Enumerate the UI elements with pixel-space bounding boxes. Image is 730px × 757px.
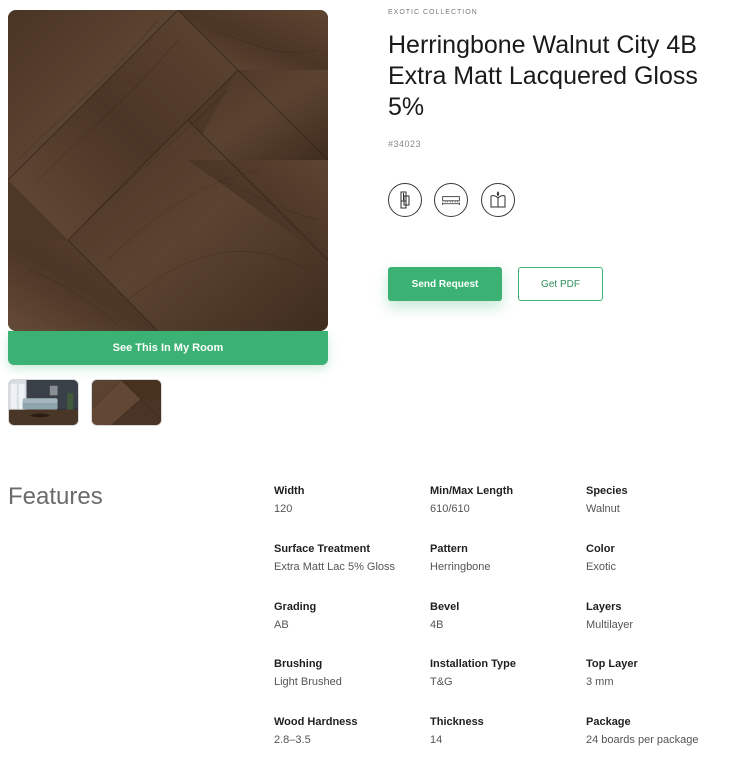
spec-label: Pattern	[430, 542, 468, 555]
herringbone-pattern-icon[interactable]	[388, 183, 422, 217]
spec-value: Exotic	[586, 560, 616, 573]
spec-item: Brushing Light Brushed	[274, 658, 430, 716]
spec-item: Layers Multilayer	[586, 601, 726, 659]
spec-value: Multilayer	[586, 618, 634, 631]
spec-label: Species	[586, 485, 628, 497]
spec-label: Wood Hardness	[274, 716, 358, 729]
plank-dimensions-icon[interactable]	[434, 183, 468, 217]
spec-value: Herringbone	[430, 560, 491, 573]
spec-value: 610/610	[430, 503, 470, 515]
spec-value: Light Brushed	[274, 676, 342, 689]
spec-item: Thickness 14	[430, 716, 586, 757]
spec-item: Color Exotic	[586, 543, 726, 601]
spec-label: Width	[274, 485, 305, 497]
product-title: Herringbone Walnut City 4B Extra Matt La…	[388, 31, 698, 121]
spec-item: Top Layer 3 mm	[586, 658, 726, 716]
room-scene-thumbnail[interactable]	[8, 379, 79, 426]
spec-label: Min/Max Length	[430, 485, 514, 497]
spec-value: 2.8–3.5	[274, 734, 311, 747]
spec-item: Grading AB	[274, 601, 430, 659]
spec-value: Extra Matt Lac 5% Gloss	[274, 560, 396, 573]
spec-item: Installation Type T&G	[430, 658, 586, 716]
spec-label: Top Layer	[586, 658, 638, 671]
spec-value: T&G	[430, 676, 453, 689]
spec-value: AB	[274, 618, 289, 631]
spec-item: Pattern Herringbone	[430, 543, 586, 601]
spec-label: Color	[586, 542, 615, 555]
spec-label: Installation Type	[430, 658, 516, 671]
see-in-room-button[interactable]: See This In My Room	[8, 331, 328, 365]
walnut-herringbone-thumbnail[interactable]	[91, 379, 162, 426]
get-pdf-button[interactable]: Get PDF	[518, 267, 603, 301]
walnut-herringbone-image	[8, 10, 328, 331]
spec-value: 4B	[430, 618, 444, 631]
spec-item: Surface Treatment Extra Matt Lac 5% Gloss	[274, 543, 430, 601]
spec-item: Bevel 4B	[430, 601, 586, 659]
spec-grid: Width 120 Min/Max Length 610/610 Species Waln…	[274, 485, 726, 757]
spec-value: 14	[430, 734, 443, 747]
spec-value: 120	[274, 503, 293, 515]
product-main-image[interactable]	[8, 10, 328, 331]
send-request-button[interactable]: Send Request	[388, 267, 502, 301]
features-heading: Features	[8, 483, 103, 510]
spec-item: Width 120	[274, 485, 430, 543]
spec-label: Thickness	[430, 716, 484, 729]
spec-item: Package 24 boards per package	[586, 716, 726, 757]
collection-label: EXOTIC COLLECTION	[388, 9, 478, 16]
spec-label: Layers	[586, 600, 622, 613]
care-book-icon[interactable]	[481, 183, 515, 217]
product-sku: #34023	[388, 139, 422, 149]
spec-item: Species Walnut	[586, 485, 726, 543]
spec-value: Walnut	[586, 503, 620, 515]
spec-item: Min/Max Length 610/610	[430, 485, 586, 543]
spec-label: Package	[586, 716, 631, 729]
spec-item: Wood Hardness 2.8–3.5	[274, 716, 430, 757]
spec-label: Brushing	[274, 658, 323, 671]
spec-label: Surface Treatment	[274, 542, 370, 555]
spec-label: Bevel	[430, 600, 460, 613]
spec-value: 3 mm	[586, 676, 614, 689]
spec-value: 24 boards per package	[586, 734, 699, 747]
spec-label: Grading	[274, 600, 317, 613]
